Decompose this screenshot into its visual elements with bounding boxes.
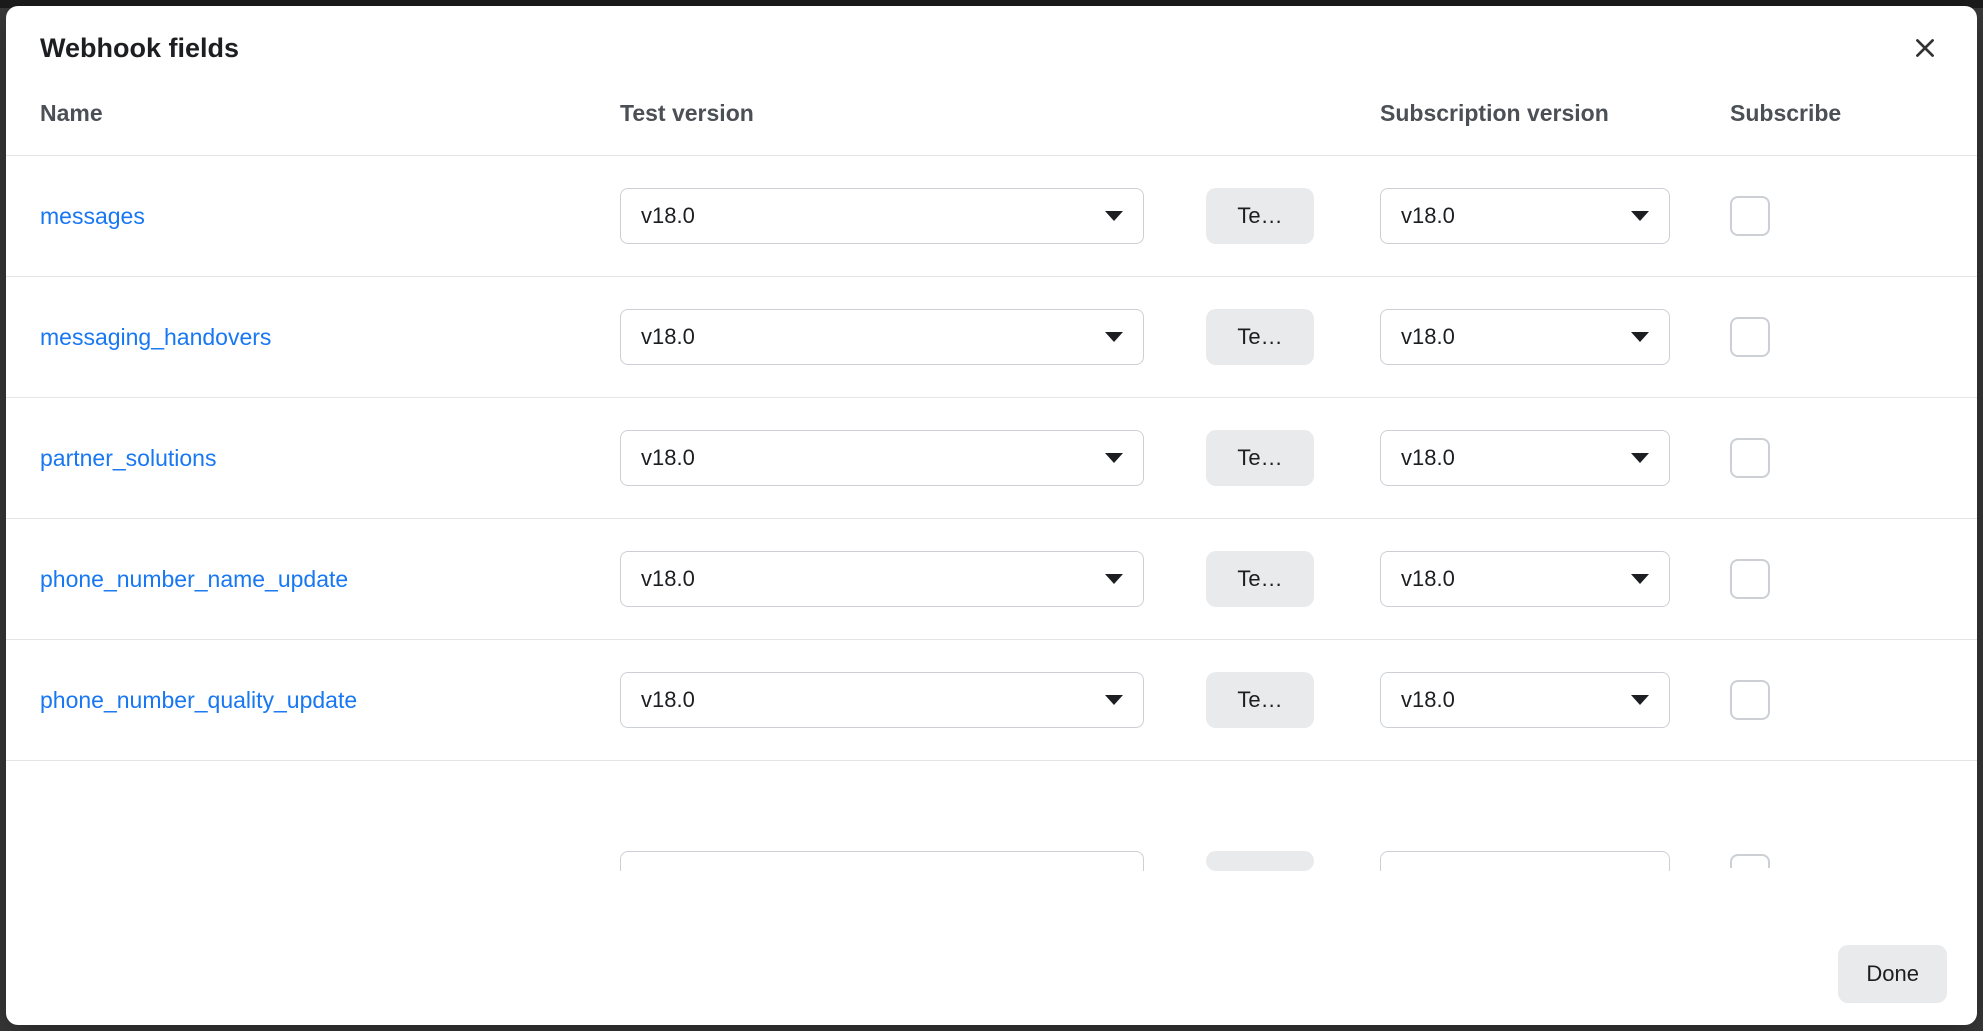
subscription-version-cell: v18.0 bbox=[1380, 672, 1730, 728]
test-version-value: v18.0 bbox=[641, 324, 695, 350]
test-button[interactable] bbox=[1206, 851, 1314, 871]
subscription-version-select[interactable]: v18.0 bbox=[1380, 672, 1670, 728]
column-header-subscribe: Subscribe bbox=[1730, 100, 1870, 127]
subscribe-checkbox[interactable] bbox=[1730, 559, 1770, 599]
chevron-down-icon bbox=[1631, 332, 1649, 342]
test-button[interactable]: Te… bbox=[1206, 551, 1314, 607]
test-version-cell: v18.0 Te… bbox=[620, 672, 1380, 728]
test-version-value: v18.0 bbox=[641, 445, 695, 471]
test-version-cell: v18.0 Te… bbox=[620, 430, 1380, 486]
test-button[interactable]: Te… bbox=[1206, 430, 1314, 486]
test-version-select[interactable]: v18.0 bbox=[620, 430, 1144, 486]
subscription-version-value: v18.0 bbox=[1401, 566, 1455, 592]
subscribe-cell bbox=[1730, 680, 1870, 720]
column-header-subscription-version: Subscription version bbox=[1380, 100, 1730, 127]
test-version-cell bbox=[620, 851, 1380, 871]
chevron-down-icon bbox=[1631, 453, 1649, 463]
subscribe-cell bbox=[1730, 196, 1870, 236]
subscribe-cell bbox=[1730, 559, 1870, 599]
subscription-version-cell: v18.0 bbox=[1380, 551, 1730, 607]
table-row: phone_number_name_update v18.0 Te… v18.0 bbox=[6, 519, 1977, 640]
table-row bbox=[6, 761, 1977, 927]
test-version-cell: v18.0 Te… bbox=[620, 309, 1380, 365]
modal-title: Webhook fields bbox=[40, 33, 239, 64]
chevron-down-icon bbox=[1105, 453, 1123, 463]
subscribe-cell bbox=[1730, 317, 1870, 357]
test-version-select[interactable]: v18.0 bbox=[620, 188, 1144, 244]
subscribe-checkbox[interactable] bbox=[1730, 438, 1770, 478]
done-button[interactable]: Done bbox=[1838, 945, 1947, 1003]
chevron-down-icon bbox=[1105, 695, 1123, 705]
subscribe-checkbox[interactable] bbox=[1730, 317, 1770, 357]
table-row: partner_solutions v18.0 Te… v18.0 bbox=[6, 398, 1977, 519]
column-header-name: Name bbox=[40, 100, 620, 127]
subscription-version-select[interactable]: v18.0 bbox=[1380, 188, 1670, 244]
table-row: phone_number_quality_update v18.0 Te… v1… bbox=[6, 640, 1977, 761]
close-icon bbox=[1912, 35, 1938, 61]
webhook-fields-modal: Webhook fields Name Test version Subscri… bbox=[6, 6, 1977, 1025]
chevron-down-icon bbox=[1105, 332, 1123, 342]
subscription-version-value: v18.0 bbox=[1401, 445, 1455, 471]
test-button[interactable]: Te… bbox=[1206, 672, 1314, 728]
test-version-value: v18.0 bbox=[641, 203, 695, 229]
modal-header: Webhook fields bbox=[6, 6, 1977, 84]
subscription-version-cell: v18.0 bbox=[1380, 188, 1730, 244]
modal-footer: Done bbox=[6, 927, 1977, 1025]
chevron-down-icon bbox=[1631, 211, 1649, 221]
subscribe-checkbox[interactable] bbox=[1730, 196, 1770, 236]
chevron-down-icon bbox=[1631, 695, 1649, 705]
test-version-select[interactable] bbox=[620, 851, 1144, 871]
subscription-version-select[interactable]: v18.0 bbox=[1380, 309, 1670, 365]
test-version-select[interactable]: v18.0 bbox=[620, 309, 1144, 365]
test-button[interactable]: Te… bbox=[1206, 309, 1314, 365]
subscription-version-cell bbox=[1380, 851, 1730, 871]
field-name-link[interactable]: messaging_handovers bbox=[40, 324, 620, 351]
table-row: messaging_handovers v18.0 Te… v18.0 bbox=[6, 277, 1977, 398]
subscribe-checkbox[interactable] bbox=[1730, 854, 1770, 868]
chevron-down-icon bbox=[1105, 574, 1123, 584]
subscribe-checkbox[interactable] bbox=[1730, 680, 1770, 720]
table-row: messages v18.0 Te… v18.0 bbox=[6, 156, 1977, 277]
chevron-down-icon bbox=[1631, 574, 1649, 584]
subscription-version-cell: v18.0 bbox=[1380, 309, 1730, 365]
field-name-link[interactable]: phone_number_quality_update bbox=[40, 687, 620, 714]
subscription-version-value: v18.0 bbox=[1401, 203, 1455, 229]
column-header-test-version: Test version bbox=[620, 100, 1380, 127]
chevron-down-icon bbox=[1105, 211, 1123, 221]
modal-body[interactable]: Name Test version Subscription version S… bbox=[6, 84, 1977, 927]
test-button[interactable]: Te… bbox=[1206, 188, 1314, 244]
test-version-cell: v18.0 Te… bbox=[620, 551, 1380, 607]
table-header: Name Test version Subscription version S… bbox=[6, 84, 1977, 156]
test-version-value: v18.0 bbox=[641, 566, 695, 592]
field-name-link[interactable]: phone_number_name_update bbox=[40, 566, 620, 593]
subscription-version-cell: v18.0 bbox=[1380, 430, 1730, 486]
subscription-version-select[interactable]: v18.0 bbox=[1380, 551, 1670, 607]
field-name-link[interactable]: messages bbox=[40, 203, 620, 230]
field-name-link[interactable]: partner_solutions bbox=[40, 445, 620, 472]
close-button[interactable] bbox=[1907, 30, 1943, 66]
test-version-select[interactable]: v18.0 bbox=[620, 672, 1144, 728]
test-version-value: v18.0 bbox=[641, 687, 695, 713]
subscription-version-select[interactable]: v18.0 bbox=[1380, 430, 1670, 486]
subscribe-cell bbox=[1730, 854, 1870, 868]
subscribe-cell bbox=[1730, 438, 1870, 478]
test-version-select[interactable]: v18.0 bbox=[620, 551, 1144, 607]
subscription-version-value: v18.0 bbox=[1401, 687, 1455, 713]
test-version-cell: v18.0 Te… bbox=[620, 188, 1380, 244]
subscription-version-select[interactable] bbox=[1380, 851, 1670, 871]
subscription-version-value: v18.0 bbox=[1401, 324, 1455, 350]
